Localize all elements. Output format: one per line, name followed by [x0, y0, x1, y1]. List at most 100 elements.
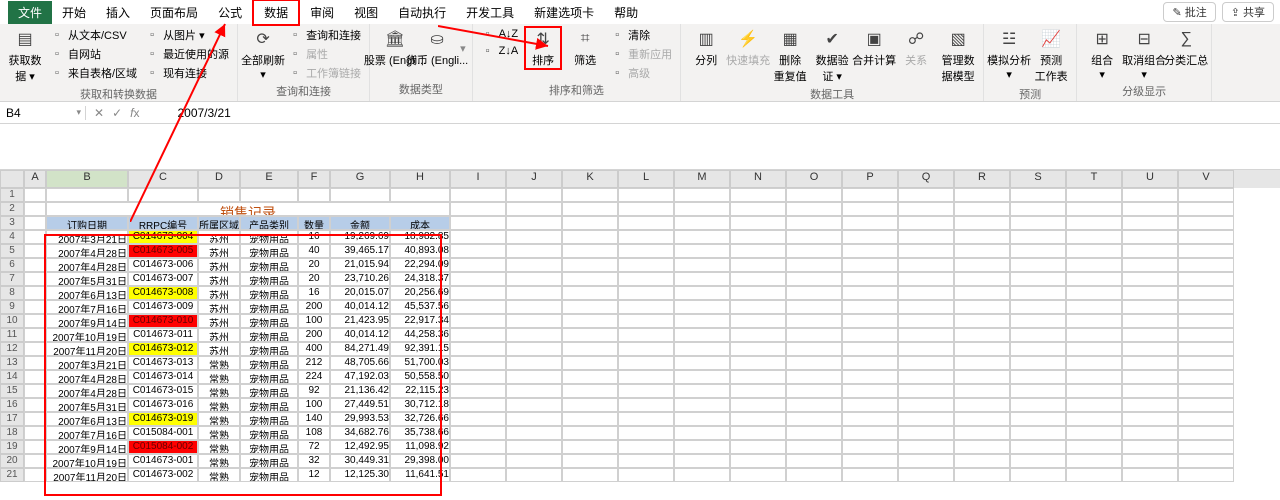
col-header-N[interactable]: N [730, 170, 786, 188]
cell-region[interactable]: 苏州 [198, 230, 240, 244]
cell-empty[interactable] [1066, 328, 1122, 342]
cell-empty[interactable] [674, 300, 730, 314]
cell-empty[interactable] [674, 398, 730, 412]
cell-cost[interactable]: 18,982.85 [390, 230, 450, 244]
cell[interactable] [24, 398, 46, 412]
cell-empty[interactable] [954, 202, 1010, 216]
cell-empty[interactable] [562, 272, 618, 286]
ribbon-small-从文本/CSV[interactable]: ▫从文本/CSV [48, 26, 139, 44]
cell-empty[interactable] [618, 370, 674, 384]
ribbon-btn-db[interactable]: ▤获取数 据 ▾ [6, 26, 44, 86]
cell-empty[interactable] [1122, 454, 1178, 468]
cell-empty[interactable] [730, 314, 786, 328]
cell-empty[interactable] [618, 188, 674, 202]
cell-empty[interactable] [1066, 342, 1122, 356]
cell-region[interactable]: 常熟 [198, 384, 240, 398]
cell-category[interactable]: 宠物用品 [240, 342, 298, 356]
cell-cost[interactable]: 40,893.08 [390, 244, 450, 258]
cell-empty[interactable] [330, 188, 390, 202]
ribbon-btn-forecast[interactable]: 📈预测 工作表 [1032, 26, 1070, 86]
cell-empty[interactable] [506, 216, 562, 230]
cell-rrpc[interactable]: C014673-006 [128, 258, 198, 272]
cell-empty[interactable] [618, 328, 674, 342]
cell-empty[interactable] [562, 440, 618, 454]
cell-empty[interactable] [730, 328, 786, 342]
row-header[interactable]: 20 [0, 454, 24, 468]
cell-empty[interactable] [298, 188, 330, 202]
cell-empty[interactable] [450, 230, 506, 244]
cell-date[interactable]: 2007年6月13日 [46, 286, 128, 300]
cell-qty[interactable]: 92 [298, 384, 330, 398]
cell-empty[interactable] [898, 398, 954, 412]
cell-empty[interactable] [1010, 398, 1066, 412]
cell-region[interactable]: 常熟 [198, 440, 240, 454]
cell-empty[interactable] [730, 230, 786, 244]
cell-cost[interactable]: 30,712.18 [390, 398, 450, 412]
cell-empty[interactable] [1122, 370, 1178, 384]
cell-region[interactable]: 苏州 [198, 314, 240, 328]
row-header[interactable]: 1 [0, 188, 24, 202]
cell-cost[interactable]: 24,318.37 [390, 272, 450, 286]
cell-empty[interactable] [786, 244, 842, 258]
cell-empty[interactable] [1010, 244, 1066, 258]
cell-empty[interactable] [562, 398, 618, 412]
cell-qty[interactable]: 20 [298, 272, 330, 286]
cell-empty[interactable] [618, 314, 674, 328]
cell-empty[interactable] [1178, 258, 1234, 272]
cell-empty[interactable] [674, 426, 730, 440]
cell-empty[interactable] [898, 300, 954, 314]
cell-empty[interactable] [786, 188, 842, 202]
cell-empty[interactable] [842, 454, 898, 468]
comments-button[interactable]: ✎ 批注 [1163, 2, 1215, 22]
cell-rrpc[interactable]: C014673-015 [128, 384, 198, 398]
cell-empty[interactable] [562, 356, 618, 370]
cell-empty[interactable] [786, 398, 842, 412]
tab-开始[interactable]: 开始 [52, 1, 96, 24]
cell-amount[interactable]: 34,682.76 [330, 426, 390, 440]
cell-date[interactable]: 2007年7月16日 [46, 426, 128, 440]
cell-empty[interactable] [898, 244, 954, 258]
ribbon-btn-columns[interactable]: ▥分列 [687, 26, 725, 70]
cell-empty[interactable] [674, 230, 730, 244]
cell-empty[interactable] [506, 426, 562, 440]
tab-插入[interactable]: 插入 [96, 1, 140, 24]
cell-empty[interactable] [562, 188, 618, 202]
cell-region[interactable]: 苏州 [198, 272, 240, 286]
cell-empty[interactable] [954, 412, 1010, 426]
cell-empty[interactable] [1010, 412, 1066, 426]
cell-region[interactable]: 常熟 [198, 356, 240, 370]
cell-empty[interactable] [842, 426, 898, 440]
cell-empty[interactable] [1178, 188, 1234, 202]
cell-empty[interactable] [786, 258, 842, 272]
cell-empty[interactable] [954, 342, 1010, 356]
cell-empty[interactable] [786, 272, 842, 286]
cell-empty[interactable] [954, 454, 1010, 468]
cancel-icon[interactable]: ✕ [94, 106, 104, 120]
cell-empty[interactable] [730, 370, 786, 384]
cell-empty[interactable] [954, 426, 1010, 440]
cell-empty[interactable] [954, 230, 1010, 244]
cell-empty[interactable] [898, 314, 954, 328]
cell-empty[interactable] [618, 258, 674, 272]
ribbon-small-属性[interactable]: ▫属性 [286, 45, 363, 63]
cell-empty[interactable] [618, 384, 674, 398]
cell-empty[interactable] [1066, 384, 1122, 398]
cell-amount[interactable]: 29,993.53 [330, 412, 390, 426]
ribbon-small-从图片 ▾[interactable]: ▫从图片 ▾ [143, 26, 231, 44]
col-header-A[interactable]: A [24, 170, 46, 188]
cell-empty[interactable] [1178, 202, 1234, 216]
cell-date[interactable]: 2007年11月20日 [46, 468, 128, 482]
cell-empty[interactable] [450, 398, 506, 412]
cell-empty[interactable] [562, 314, 618, 328]
cell-empty[interactable] [450, 426, 506, 440]
row-header[interactable]: 2 [0, 202, 24, 216]
header-cell[interactable]: 订购日期 [46, 216, 128, 230]
cell-empty[interactable] [786, 426, 842, 440]
tab-公式[interactable]: 公式 [208, 1, 252, 24]
cell-amount[interactable]: 40,014.12 [330, 328, 390, 342]
cell-empty[interactable] [450, 188, 506, 202]
cell-empty[interactable] [1066, 230, 1122, 244]
row-header[interactable]: 11 [0, 328, 24, 342]
cell-empty[interactable] [730, 356, 786, 370]
cell-empty[interactable] [506, 454, 562, 468]
